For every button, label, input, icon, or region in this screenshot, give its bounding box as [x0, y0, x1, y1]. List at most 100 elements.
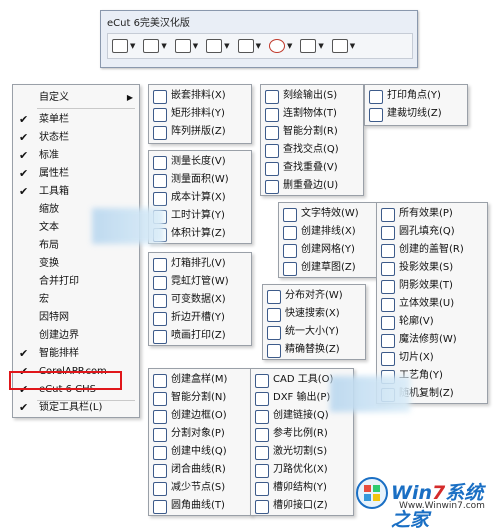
transform-icon — [237, 39, 254, 53]
check-icon: ✔ — [19, 401, 29, 414]
divider — [37, 108, 135, 109]
round-curve-icon — [153, 500, 167, 514]
menu-item-transform[interactable]: 变换 — [13, 255, 139, 273]
connect-icon — [265, 108, 279, 122]
windows-logo-icon — [356, 477, 388, 509]
panel-icon — [331, 39, 348, 53]
blurred-overlay — [330, 376, 410, 412]
menu-item-mail-merge[interactable]: 合并打印 — [13, 273, 139, 291]
menu-item-smart-nesting[interactable]: ✔ 智能排样 — [13, 345, 139, 363]
close-curve-icon — [153, 464, 167, 478]
watermark: Win7系统之家 Www.Winwin7.com — [355, 472, 495, 531]
smart-split-icon — [153, 392, 167, 406]
split-object-icon — [153, 428, 167, 442]
toolbar-buttons: ▼ ▼ ▼ ▼ ▼ ▼ ▼ ▼ — [107, 33, 413, 59]
toolbar-button-6[interactable]: ▼ — [268, 39, 293, 53]
cost-icon — [153, 192, 167, 206]
toolbar-button-8[interactable]: ▼ — [331, 39, 356, 53]
corner-mark-icon — [369, 90, 383, 104]
centerline-icon — [153, 446, 167, 460]
submenu-align: 分布对齐(W) 快速搜索(X) 统一大小(Y) 精确替换(Z) — [262, 284, 366, 360]
submenu-print: 打印角点(Y) 建裁切线(Z) — [364, 84, 468, 126]
neon-icon — [153, 276, 167, 290]
cover-icon — [381, 244, 395, 258]
trim-icon — [381, 334, 395, 348]
submenu-output: 刻绘输出(S) 连割物体(T) 智能分割(R) 查找交点(Q) 查找重叠(V) … — [260, 84, 364, 196]
toolpath-icon — [255, 464, 269, 478]
scale-icon — [255, 428, 269, 442]
menu-item-customize[interactable]: 自定义 ▶ — [13, 89, 139, 107]
chevron-down-icon: ▼ — [349, 42, 356, 50]
toolbar-button-5[interactable]: ▼ — [237, 39, 261, 53]
tenon-icon — [255, 500, 269, 514]
box-icon — [153, 374, 167, 388]
blurred-overlay — [92, 208, 164, 244]
menu-item-statusbar[interactable]: ✔ 状态栏 — [13, 129, 139, 147]
sketch-icon — [283, 262, 297, 276]
menu-item-propertybar[interactable]: ✔ 属性栏 — [13, 165, 139, 183]
layers-icon — [143, 39, 160, 53]
check-icon: ✔ — [19, 113, 29, 126]
chevron-down-icon: ▼ — [286, 42, 293, 50]
rect-nesting-icon — [153, 108, 167, 122]
toolbar-title: eCut 6完美汉化版 — [107, 18, 190, 29]
fold-icon — [153, 312, 167, 326]
replace-icon — [267, 344, 281, 358]
menu-item-internet[interactable]: 因特网 — [13, 309, 139, 327]
submenu-text-effects: 文字特效(W) 创建排线(X) 创建网格(Y) 创建草图(Z) — [278, 202, 388, 278]
submenu-lightbox: 灯箱排孔(V) 霓虹灯管(W) 可变数据(X) 折边开槽(Y) 喷画打印(Z) — [148, 252, 252, 346]
distribute-icon — [300, 39, 317, 53]
extrude-icon — [381, 298, 395, 312]
reduce-nodes-icon — [153, 482, 167, 496]
toolbar-context-menu: 自定义 ▶ ✔ 菜单栏 ✔ 状态栏 ✔ 标准 ✔ 属性栏 ✔ 工具箱 缩放 文本 布局 变换… — [12, 84, 140, 418]
toolbar-button-2[interactable]: ▼ — [143, 39, 167, 53]
target-icon — [268, 39, 285, 53]
quick-search-icon — [267, 308, 281, 322]
mortise-icon — [255, 482, 269, 496]
menu-item-create-boundary[interactable]: 创建边界 — [13, 327, 139, 345]
ruler-icon — [153, 156, 167, 170]
ecut-toolbar-window: eCut 6完美汉化版 ▼ ▼ ▼ ▼ ▼ ▼ ▼ ▼ — [100, 10, 418, 68]
menu-item-menubar[interactable]: ✔ 菜单栏 — [13, 111, 139, 129]
measure-icon — [174, 39, 191, 53]
menu-item-lock-toolbars[interactable]: ✔ 锁定工具栏(L) — [13, 399, 139, 417]
menu-item-standard[interactable]: ✔ 标准 — [13, 147, 139, 165]
plotter-icon — [265, 90, 279, 104]
chevron-down-icon: ▼ — [192, 42, 199, 50]
split-icon — [265, 126, 279, 140]
check-icon: ✔ — [19, 167, 29, 180]
chevron-down-icon: ▼ — [318, 42, 324, 50]
ecut-highlight-box — [9, 371, 122, 390]
menu-item-toolbox[interactable]: ✔ 工具箱 — [13, 183, 139, 201]
toolbar-button-7[interactable]: ▼ — [300, 39, 324, 53]
hole-fill-icon — [381, 226, 395, 240]
toolbar-button-4[interactable]: ▼ — [206, 39, 230, 53]
shapes-icon — [112, 39, 128, 53]
toolbar-button-1[interactable]: ▼ — [112, 39, 135, 53]
contour-icon — [381, 316, 395, 330]
slice-icon — [381, 352, 395, 366]
lightbox-icon — [153, 258, 167, 272]
chevron-down-icon: ▼ — [130, 42, 136, 50]
chevron-down-icon: ▼ — [161, 42, 167, 50]
submenu-create: 创建盒样(M) 智能分割(N) 创建边框(O) 分割对象(P) 创建中线(Q) … — [148, 368, 252, 516]
menu-item-macro[interactable]: 宏 — [13, 291, 139, 309]
toolbar-button-3[interactable]: ▼ — [174, 39, 199, 53]
link-icon — [255, 410, 269, 424]
same-size-icon — [267, 326, 281, 340]
delete-edge-icon — [265, 180, 279, 194]
shadow-icon — [381, 262, 395, 276]
spray-print-icon — [153, 330, 167, 344]
dimension-icon — [206, 39, 223, 53]
check-icon: ✔ — [19, 149, 29, 162]
submenu-arrow-icon: ▶ — [126, 93, 133, 102]
grid-icon — [283, 244, 297, 258]
crop-line-icon — [369, 108, 383, 122]
effects-icon — [381, 208, 395, 222]
watermark-url: Www.Winwin7.com — [399, 501, 485, 511]
nesting-icon — [153, 90, 167, 104]
drop-shadow-icon — [381, 280, 395, 294]
align-icon — [267, 290, 281, 304]
submenu-nesting: 嵌套排料(X) 矩形排料(Y) 阵列拼版(Z) — [148, 84, 252, 144]
submenu-all-effects: 所有效果(P) 圆孔填充(Q) 创建的盖智(R) 投影效果(S) 阴影效果(T)… — [376, 202, 488, 404]
